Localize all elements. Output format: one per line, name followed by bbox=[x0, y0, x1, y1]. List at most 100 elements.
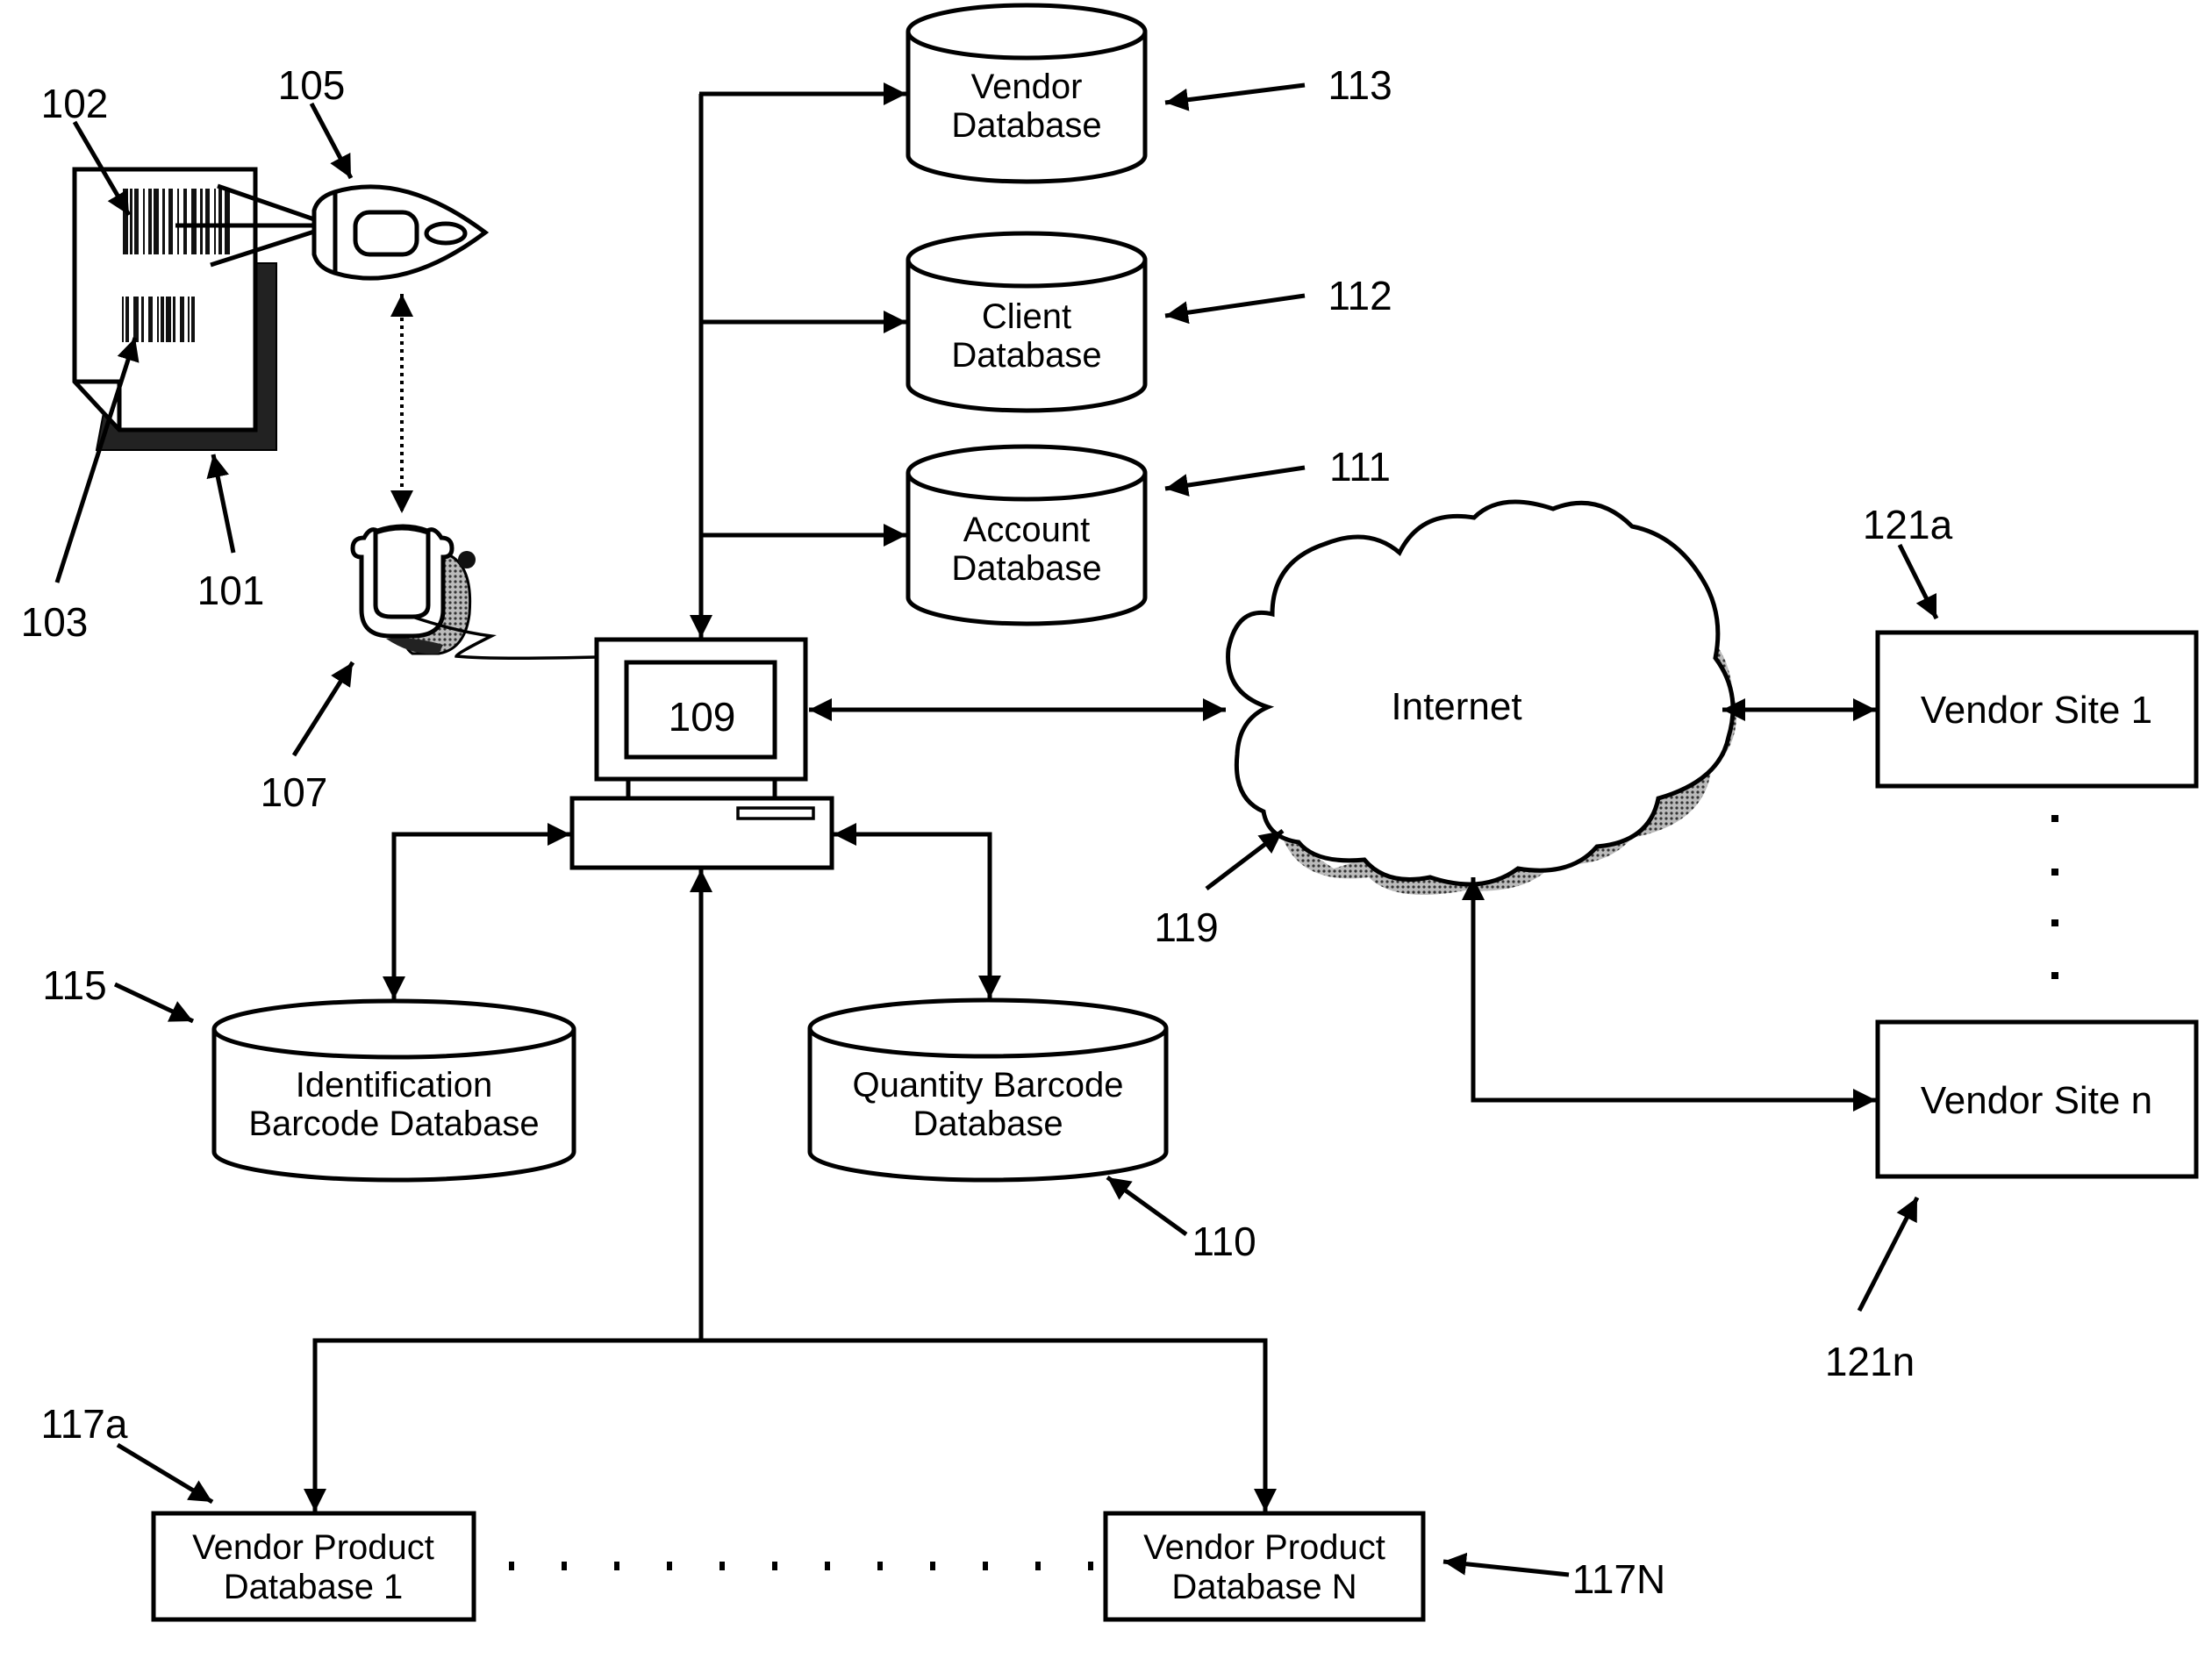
ellipsis-dot bbox=[877, 1562, 883, 1570]
ref-105: 105 bbox=[278, 62, 346, 108]
account-db-line1: Account bbox=[963, 511, 1091, 549]
ref-113: 113 bbox=[1328, 62, 1392, 108]
ref-117N: 117N bbox=[1572, 1556, 1666, 1602]
barcode-bar bbox=[191, 189, 197, 254]
client-db-line1: Client bbox=[982, 297, 1071, 336]
barcode-bar bbox=[143, 189, 145, 254]
vpd1-line1: Vendor Product bbox=[192, 1528, 434, 1567]
ellipsis-dot bbox=[930, 1562, 935, 1570]
vendor-db-line2: Database bbox=[951, 106, 1101, 145]
vendor-db-line1: Vendor bbox=[971, 68, 1083, 106]
id-db-line2: Barcode Database bbox=[248, 1105, 539, 1143]
ref-112: 112 bbox=[1328, 273, 1392, 318]
barcode-bar bbox=[141, 297, 144, 342]
cylinder-top bbox=[211, 998, 576, 1060]
ref-107: 107 bbox=[261, 769, 328, 815]
computer-109: 109 bbox=[569, 637, 834, 870]
internet-label: Internet bbox=[1391, 685, 1521, 728]
ellipsis-dot bbox=[1088, 1562, 1093, 1570]
qty-db-line2: Database bbox=[913, 1105, 1063, 1143]
ellipsis-dot bbox=[1035, 1562, 1041, 1570]
account-db-line2: Database bbox=[951, 549, 1101, 588]
ellipsis-dot bbox=[772, 1562, 777, 1570]
ref-110: 110 bbox=[1192, 1219, 1256, 1264]
barcode-bar bbox=[123, 189, 128, 254]
ellipsis-dot bbox=[983, 1562, 988, 1570]
ellipsis-dot bbox=[825, 1562, 830, 1570]
cylinder-top bbox=[906, 3, 1148, 61]
ellipsis-dot bbox=[509, 1562, 514, 1570]
identification-barcode-database: Identification Barcode Database bbox=[211, 998, 576, 1183]
cylinder-top bbox=[906, 444, 1148, 502]
ref-117a: 117a bbox=[41, 1401, 128, 1447]
barcode-bar bbox=[218, 189, 222, 254]
scanner-cradle bbox=[350, 524, 598, 661]
ellipsis-dot bbox=[667, 1562, 672, 1570]
ref-111: 111 bbox=[1329, 444, 1391, 490]
barcode-bar bbox=[125, 297, 129, 342]
link-internet-siten bbox=[1462, 877, 1876, 1112]
link-id-db bbox=[383, 823, 570, 999]
vendor-database: Vendor Database bbox=[906, 3, 1148, 184]
barcode-bar bbox=[122, 297, 124, 342]
barcode-bar bbox=[154, 189, 159, 254]
ellipsis-dot bbox=[2051, 972, 2058, 979]
ellipsis-dot bbox=[719, 1562, 725, 1570]
vpdn-line1: Vendor Product bbox=[1143, 1528, 1385, 1567]
link-qty-db bbox=[834, 823, 1001, 998]
id-db-line1: Identification bbox=[296, 1066, 493, 1105]
barcode-bar bbox=[173, 297, 175, 342]
barcode-bar bbox=[134, 189, 139, 254]
ref-101: 101 bbox=[197, 568, 265, 613]
cylinder-top bbox=[807, 997, 1169, 1059]
ellipsis-dots-vertical bbox=[2051, 815, 2058, 979]
document-101 bbox=[72, 167, 277, 451]
system-diagram: 109 Vendor Database Client Database Acco… bbox=[21, 3, 2199, 1622]
barcode-bar bbox=[225, 189, 230, 254]
barcode-bar bbox=[214, 189, 216, 254]
barcode-bar bbox=[162, 189, 165, 254]
internet-cloud: Internet bbox=[1226, 499, 1737, 895]
ref-121a: 121a bbox=[1863, 502, 1953, 547]
qty-db-line1: Quantity Barcode bbox=[852, 1066, 1123, 1105]
barcode-bar bbox=[180, 297, 184, 342]
barcode-bar bbox=[200, 189, 203, 254]
ref-121n: 121n bbox=[1825, 1339, 1915, 1384]
barcode-bar bbox=[191, 297, 195, 342]
barcode-bar bbox=[166, 297, 171, 342]
barcode-bar bbox=[130, 189, 132, 254]
vpd1-line2: Database 1 bbox=[224, 1568, 404, 1606]
barcode-bar bbox=[157, 297, 159, 342]
ellipsis-dots-horizontal bbox=[509, 1562, 1093, 1570]
cradle-slot bbox=[373, 525, 431, 619]
ref-109: 109 bbox=[669, 694, 736, 740]
cradle-knob bbox=[458, 551, 476, 568]
quantity-barcode-database: Quantity Barcode Database bbox=[807, 997, 1169, 1183]
barcode-bar bbox=[161, 297, 164, 342]
barcode-bar bbox=[177, 189, 179, 254]
barcode-bar bbox=[168, 189, 173, 254]
ellipsis-dot bbox=[562, 1562, 567, 1570]
scanner-button bbox=[424, 221, 468, 246]
barcode-bar bbox=[188, 297, 190, 342]
client-db-line2: Database bbox=[951, 336, 1101, 375]
account-database: Account Database bbox=[906, 444, 1148, 626]
vendor-site-1-label: Vendor Site 1 bbox=[1921, 689, 2152, 732]
top-database-bus bbox=[690, 82, 906, 638]
ref-119: 119 bbox=[1154, 904, 1218, 950]
ellipsis-dot bbox=[614, 1562, 619, 1570]
ellipsis-dot bbox=[2051, 815, 2058, 822]
barcode-bar bbox=[148, 189, 152, 254]
barcode-bar bbox=[205, 189, 210, 254]
barcode-bar bbox=[148, 297, 153, 342]
cylinder-top bbox=[906, 231, 1148, 289]
barcode-bar bbox=[133, 297, 139, 342]
client-database: Client Database bbox=[906, 231, 1148, 413]
vendor-site-n-label: Vendor Site n bbox=[1921, 1079, 2152, 1122]
ref-102: 102 bbox=[41, 81, 109, 126]
ref-115: 115 bbox=[42, 962, 106, 1008]
vpdn-line2: Database N bbox=[1171, 1568, 1357, 1606]
barcode-bar bbox=[183, 189, 187, 254]
ref-103: 103 bbox=[21, 599, 89, 645]
ellipsis-dot bbox=[2051, 919, 2058, 926]
